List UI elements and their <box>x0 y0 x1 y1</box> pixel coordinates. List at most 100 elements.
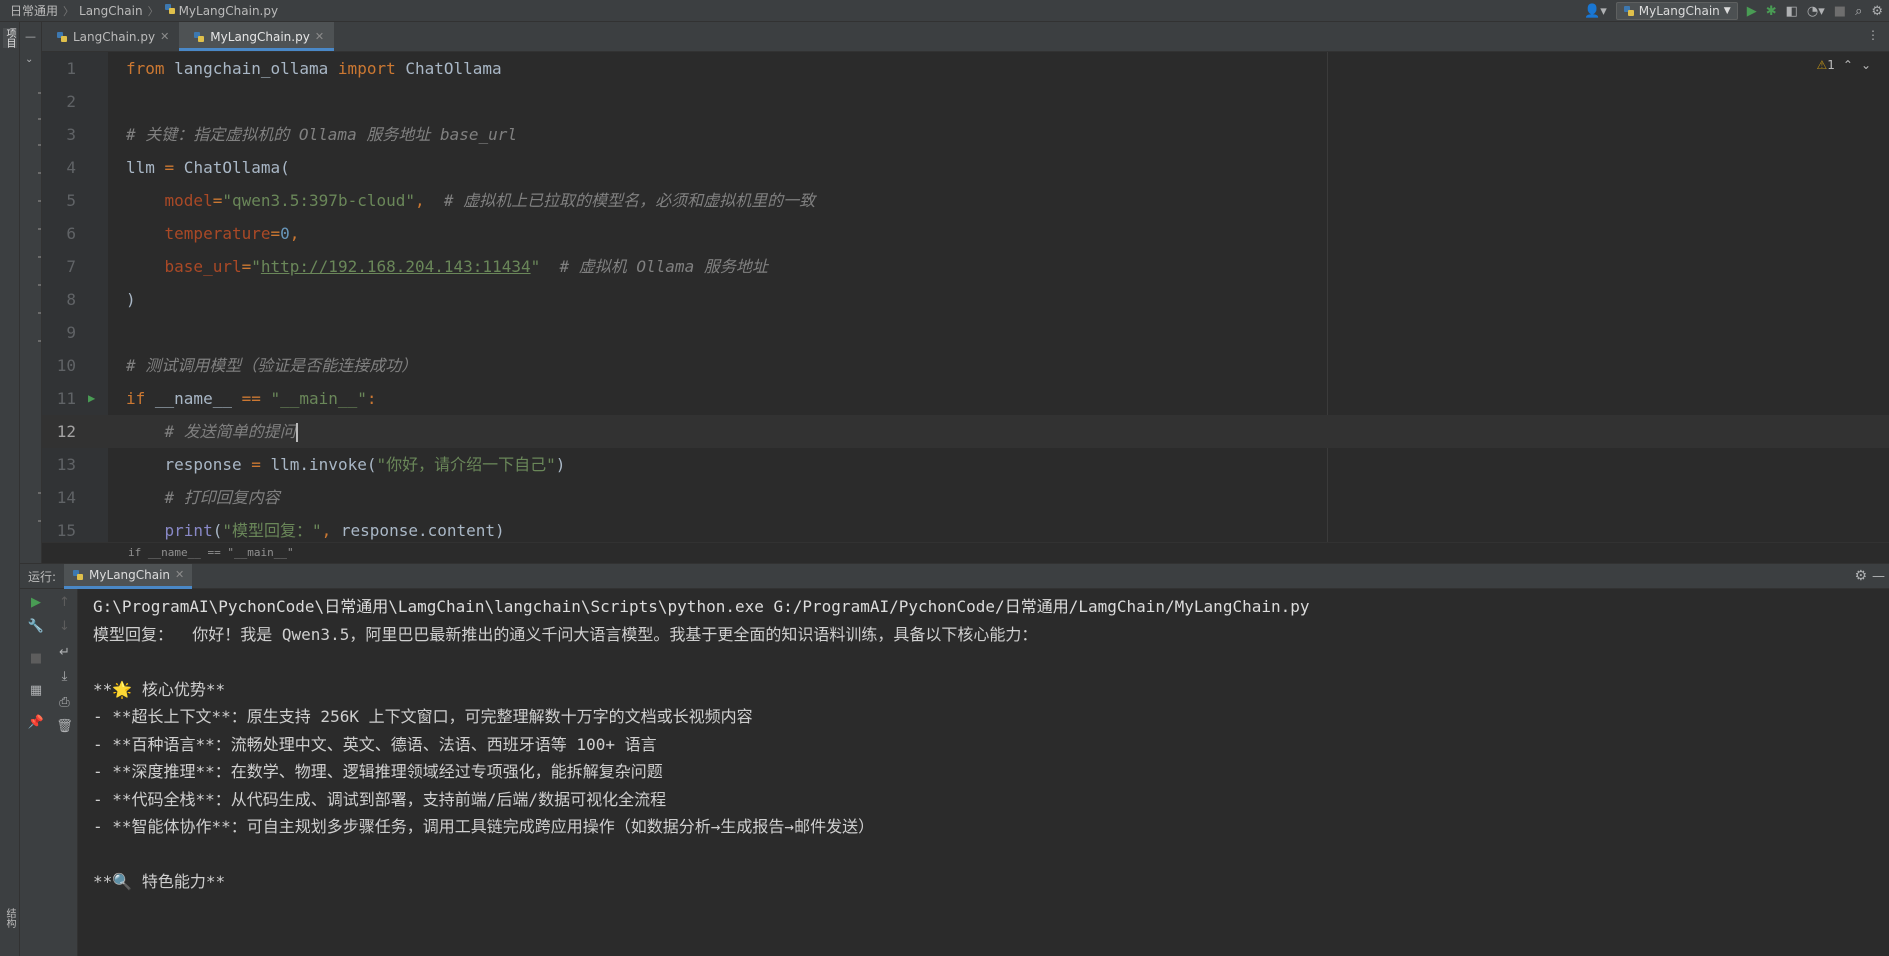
run-configuration-select[interactable]: MyLangChain ▼ <box>1615 2 1738 20</box>
tab-langchain-py[interactable]: LangChain.py ✕ <box>42 22 179 51</box>
code-line[interactable]: 2 <box>42 85 1889 118</box>
scroll-to-end-icon[interactable]: ⤓ <box>52 669 77 684</box>
more-icon[interactable]: ⋮ <box>1867 28 1879 42</box>
line-number[interactable]: 2 <box>42 85 76 118</box>
minimize-icon[interactable]: — <box>1872 569 1885 584</box>
stop-icon[interactable]: ■ <box>1834 5 1846 18</box>
code-line[interactable]: 1 from langchain_ollama import ChatOllama <box>42 52 1889 85</box>
inspection-widget[interactable]: ⚠1 ⌃ ⌄ <box>1816 58 1871 72</box>
code-line[interactable]: 8) <box>42 283 1889 316</box>
line-number[interactable]: 11 <box>42 382 76 415</box>
line-number[interactable]: 4 <box>42 151 76 184</box>
code-line[interactable]: 4 llm = ChatOllama( <box>42 151 1889 184</box>
line-number[interactable]: 13 <box>42 448 76 481</box>
run-console[interactable]: G:\ProgramAI\PychonCode\日常通用\LamgChain\l… <box>78 589 1889 956</box>
arrow-up-icon[interactable]: ↑ <box>52 595 77 610</box>
chevron-down-icon[interactable]: ⌄ <box>1861 58 1871 72</box>
code-line[interactable]: 5 model="qwen3.5:397b-cloud", # 虚拟机上已拉取的… <box>42 184 1889 217</box>
wrench-icon[interactable]: 🔧 <box>20 619 52 634</box>
code-line[interactable]: 13 response = llm.invoke("你好，请介绍一下自己") <box>42 448 1889 481</box>
gear-icon[interactable]: ⚙ <box>1854 568 1867 584</box>
layout-icon[interactable]: ▦ <box>20 683 52 698</box>
code-line[interactable]: 11 ▶ if __name__ == "__main__": <box>42 382 1889 415</box>
debug-icon[interactable]: ✱ <box>1766 5 1777 18</box>
line-number[interactable]: 5 <box>42 184 76 217</box>
trash-icon[interactable]: 🗑 <box>52 719 77 734</box>
text-caret <box>295 423 298 442</box>
code-line[interactable]: 10 # 测试调用模型（验证是否能连接成功） <box>42 349 1889 382</box>
minimize-icon[interactable]: — <box>25 30 36 43</box>
breadcrumb-item-file[interactable]: MyLangChain.py <box>179 4 279 18</box>
line-number[interactable]: 14 <box>42 481 76 514</box>
code-text: ) <box>126 283 136 316</box>
code-token: __name__ <box>145 389 242 408</box>
close-icon[interactable]: ✕ <box>160 30 169 43</box>
code-line[interactable]: 7 base_url="http://192.168.204.143:11434… <box>42 250 1889 283</box>
stop-icon[interactable]: ■ <box>20 651 52 666</box>
project-tool-tab[interactable]: 项目 <box>3 28 17 48</box>
run-icon[interactable]: ▶ <box>1747 5 1757 18</box>
line-number[interactable]: 3 <box>42 118 76 151</box>
code-line[interactable]: 3 # 关键：指定虚拟机的 Ollama 服务地址 base_url <box>42 118 1889 151</box>
project-panel-collapsed: — ⌄ <box>20 22 42 563</box>
console-output-line: 模型回复： 你好！我是 Qwen3.5，阿里巴巴最新推出的通义千问大语言模型。我… <box>93 624 1038 644</box>
tab-mylangchain-py[interactable]: MyLangChain.py ✕ <box>179 22 335 51</box>
line-number[interactable]: 12 <box>42 415 76 448</box>
code-token: = <box>251 455 261 474</box>
code-line[interactable]: 14 # 打印回复内容 <box>42 481 1889 514</box>
python-file-icon <box>194 31 205 42</box>
soft-wrap-icon[interactable]: ↵ <box>52 645 77 660</box>
coverage-icon[interactable]: ◧ <box>1786 5 1798 18</box>
close-icon[interactable]: ✕ <box>175 568 184 581</box>
python-file-icon <box>164 3 176 18</box>
code-text: temperature=0, <box>126 217 300 250</box>
line-number[interactable]: 1 <box>42 52 76 85</box>
breadcrumb-item-folder[interactable]: LangChain <box>79 4 143 18</box>
code-text: # 发送简单的提问 <box>126 415 298 448</box>
line-number[interactable]: 6 <box>42 217 76 250</box>
code-token: = <box>212 191 223 210</box>
rerun-icon[interactable]: ▶ <box>20 595 52 610</box>
warning-count: 1 <box>1827 58 1835 72</box>
run-configuration-label: MyLangChain <box>1638 4 1720 18</box>
profile-icon[interactable]: ◔▾ <box>1807 5 1825 18</box>
print-icon[interactable]: ⎙ <box>52 695 77 710</box>
chevron-down-icon: ▼ <box>1723 6 1731 16</box>
chevron-down-icon[interactable]: ⌄ <box>25 54 33 65</box>
breadcrumb-item-root[interactable]: 日常通用 <box>10 2 58 19</box>
line-number[interactable]: 7 <box>42 250 76 283</box>
code-editor[interactable]: 1 from langchain_ollama import ChatOllama… <box>42 52 1889 542</box>
line-number[interactable]: 15 <box>42 514 76 542</box>
arrow-down-icon[interactable]: ↓ <box>52 619 77 634</box>
user-icon[interactable]: 👤▾ <box>1584 5 1607 18</box>
run-tab-mylangchain[interactable]: MyLangChain ✕ <box>64 563 193 589</box>
run-gutter-icon[interactable]: ▶ <box>88 382 95 415</box>
line-number[interactable]: 10 <box>42 349 76 382</box>
chevron-up-icon[interactable]: ⌃ <box>1843 58 1853 72</box>
code-breadcrumb[interactable]: if __name__ == "__main__" <box>42 542 1889 563</box>
chevron-right-icon: 〉 <box>63 4 75 18</box>
code-token: llm <box>126 158 165 177</box>
code-token: "你好，请介绍一下自己" <box>376 455 556 474</box>
tab-label: LangChain.py <box>73 29 156 44</box>
code-line[interactable]: 12 # 发送简单的提问 <box>42 415 1889 448</box>
structure-tool-tab[interactable]: 结构 <box>3 908 17 928</box>
code-token: # 发送简单的提问 <box>164 422 296 441</box>
code-line[interactable]: 9 <box>42 316 1889 349</box>
run-toolbar-primary: ▶ 🔧 ■ ▦ 📌 <box>20 589 52 956</box>
code-token: from <box>126 59 165 78</box>
line-number[interactable]: 8 <box>42 283 76 316</box>
console-output-line: - **智能体协作**：可自主规划多步骤任务，调用工具链完成跨应用操作（如数据分… <box>93 817 875 836</box>
code-token: base_url <box>164 257 242 276</box>
settings-icon[interactable]: ⚙ <box>1871 5 1883 18</box>
run-panel-header: 运行: MyLangChain ✕ ⚙ — <box>20 563 1889 589</box>
line-number[interactable]: 9 <box>42 316 76 349</box>
close-icon[interactable]: ✕ <box>315 30 324 43</box>
code-line[interactable]: 15 print("模型回复：", response.content) <box>42 514 1889 542</box>
search-icon[interactable]: ⌕ <box>1855 5 1862 18</box>
pin-icon[interactable]: 📌 <box>20 715 52 730</box>
code-line[interactable]: 6 temperature=0, <box>42 217 1889 250</box>
